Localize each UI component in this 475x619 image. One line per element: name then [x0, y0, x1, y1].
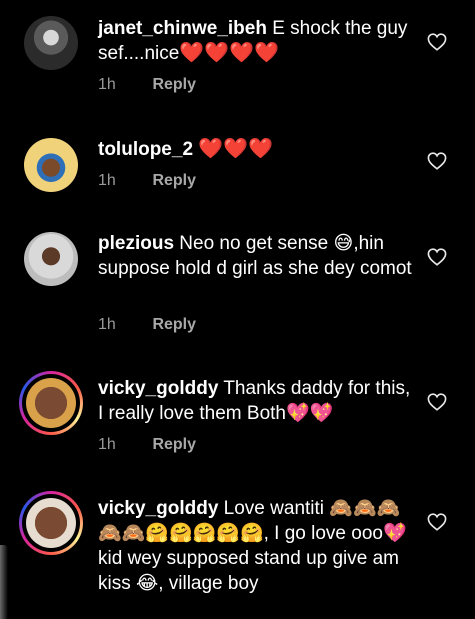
heart-outline-icon[interactable] [427, 33, 447, 51]
comment-meta: 1h Reply [98, 172, 196, 190]
comment-text: tolulope_2 ❤️❤️❤️ [98, 137, 418, 162]
comment-emoji: ❤️❤️❤️❤️ [179, 42, 279, 64]
heart-outline-icon[interactable] [427, 152, 447, 170]
avatar[interactable] [19, 491, 83, 555]
comment-meta: 1h Reply [98, 316, 196, 334]
reply-button[interactable]: Reply [152, 172, 196, 189]
comment-time: 1h [98, 436, 116, 453]
avatar[interactable] [19, 371, 83, 435]
screen-edge-shadow [0, 545, 8, 619]
comment-time: 1h [98, 172, 116, 189]
heart-outline-icon[interactable] [427, 393, 447, 411]
reply-button[interactable]: Reply [152, 436, 196, 453]
comment-username[interactable]: plezious [98, 233, 174, 254]
comment-username[interactable]: vicky_golddy [98, 378, 218, 399]
reply-button[interactable]: Reply [152, 316, 196, 333]
comment-text: plezious Neo no get sense 😅,hin suppose … [98, 231, 418, 281]
comment-emoji: ❤️❤️❤️ [198, 138, 274, 160]
comment-username[interactable]: janet_chinwe_ibeh [98, 18, 267, 39]
comment-text: vicky_golddy Love wantiti 🙈🙈🙈🙈🙈🤗🤗🤗🤗🤗, I … [98, 496, 418, 596]
heart-outline-icon[interactable] [427, 248, 447, 266]
comment-time: 1h [98, 76, 116, 93]
reply-button[interactable]: Reply [152, 76, 196, 93]
comment-emoji: 💖💖 [285, 403, 334, 424]
comment-text: janet_chinwe_ibeh E shock the guy sef...… [98, 16, 418, 66]
comment-time: 1h [98, 316, 116, 333]
avatar[interactable] [24, 16, 78, 70]
avatar[interactable] [24, 138, 78, 192]
comment-text: vicky_golddy Thanks daddy for this, I re… [98, 376, 418, 426]
avatar[interactable] [24, 232, 78, 286]
comment-username[interactable]: tolulope_2 [98, 139, 193, 160]
heart-outline-icon[interactable] [427, 513, 447, 531]
comment-meta: 1h Reply [98, 436, 196, 454]
comment-username[interactable]: vicky_golddy [98, 498, 218, 519]
comment-meta: 1h Reply [98, 76, 196, 94]
